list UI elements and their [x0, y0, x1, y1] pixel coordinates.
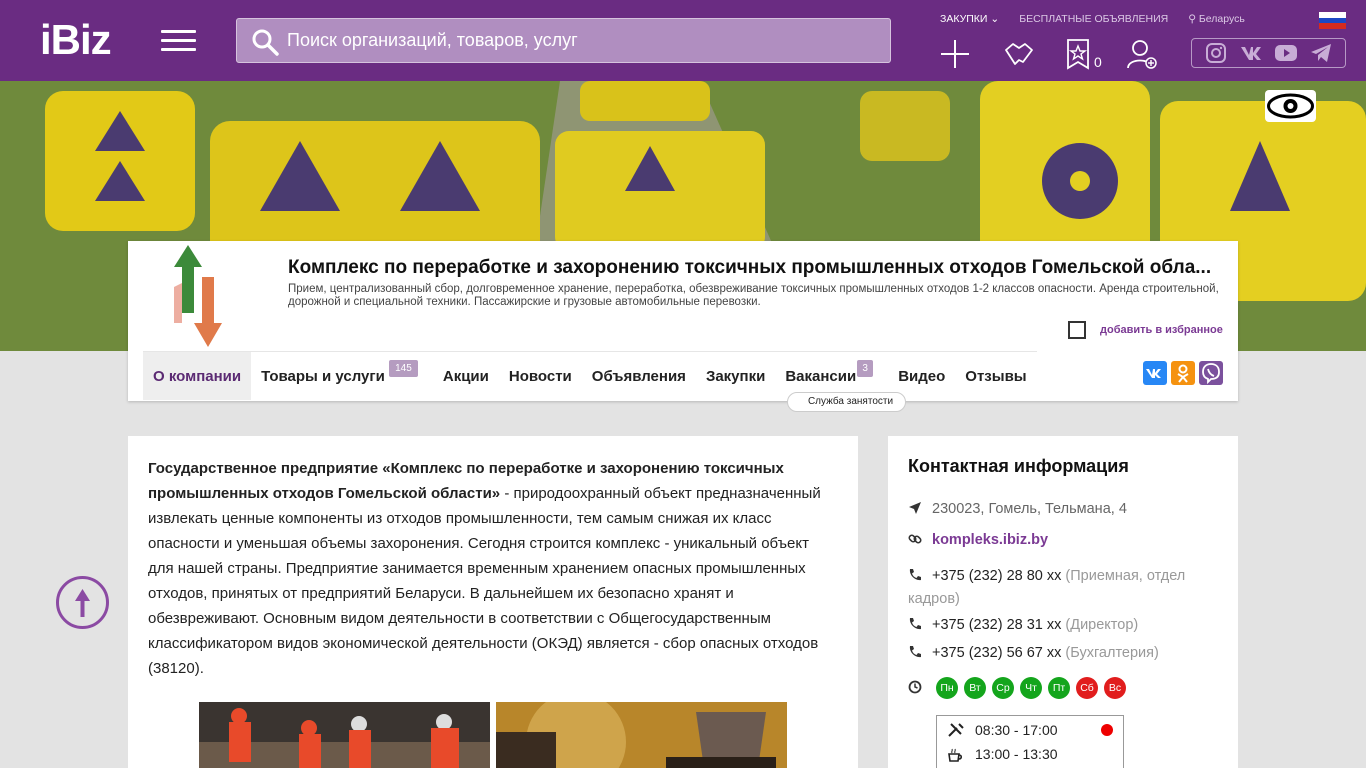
day-tue[interactable]: Вт	[964, 677, 986, 699]
tab-products[interactable]: Товары и услуги 145	[251, 352, 433, 400]
share-viber-icon[interactable]	[1199, 361, 1223, 385]
phone-icon	[909, 569, 921, 581]
vk-icon[interactable]	[1240, 43, 1262, 63]
tab-news[interactable]: Новости	[499, 352, 582, 400]
search-icon[interactable]	[251, 28, 279, 56]
tab-purchases[interactable]: Закупки	[696, 352, 775, 400]
social-links	[1191, 38, 1346, 68]
day-fri[interactable]: Пт	[1048, 677, 1070, 699]
top-header: iBiz ЗАКУПКИ ⌄ БЕСПЛАТНЫЕ ОБЪЯВЛЕНИЯ ⚲ Б…	[0, 0, 1366, 81]
menu-burger-icon[interactable]	[161, 30, 196, 52]
address-row: 230023, Гомель, Тельмана, 4	[908, 498, 1228, 521]
vacancies-count-badge: 3	[857, 360, 873, 377]
hours-popup: 08:30 - 17:00 13:00 - 13:30	[936, 715, 1124, 768]
employment-service-label: Служба занятости	[807, 396, 894, 407]
add-favorite-toggle[interactable]: добавить в избранное	[1068, 321, 1223, 339]
link-icon	[908, 534, 922, 544]
tab-promotions[interactable]: Акции	[433, 352, 499, 400]
free-ads-link[interactable]: БЕСПЛАТНЫЕ ОБЪЯВЛЕНИЯ	[1019, 13, 1168, 25]
phone-number[interactable]: +375 (232) 28 80 xx	[932, 568, 1061, 584]
website-row: kompleks.ibiz.by	[908, 529, 1228, 552]
coffee-icon	[948, 748, 963, 762]
share-odnoklassniki-icon[interactable]	[1171, 361, 1195, 385]
star-bookmark-icon[interactable]	[1062, 38, 1094, 70]
employment-service-tag[interactable]: Служба занятости	[787, 392, 906, 412]
contact-info-panel: Контактная информация 230023, Гомель, Те…	[888, 436, 1238, 768]
workers-photo[interactable]	[199, 702, 490, 768]
company-nav: О компании Товары и услуги 145 Акции Нов…	[143, 351, 1037, 400]
company-title: Комплекс по переработке и захоронению то…	[288, 257, 1212, 278]
day-sat[interactable]: Сб	[1076, 677, 1098, 699]
purchases-label: ЗАКУПКИ	[940, 13, 988, 25]
language-flag-icon[interactable]	[1319, 12, 1346, 29]
share-vk-icon[interactable]	[1143, 361, 1167, 385]
about-section: Государственное предприятие «Комплекс по…	[128, 436, 858, 768]
site-logo[interactable]: iBiz	[40, 19, 112, 61]
website-link[interactable]: kompleks.ibiz.by	[932, 532, 1048, 548]
add-icon[interactable]	[939, 38, 971, 70]
about-body: - природоохранный объект предназначенный…	[148, 485, 821, 677]
tools-icon	[948, 723, 964, 737]
add-favorite-label: добавить в избранное	[1100, 324, 1223, 336]
phone-note: (Директор)	[1065, 617, 1139, 633]
search-box[interactable]	[236, 18, 891, 63]
company-logo	[174, 245, 222, 347]
accessibility-eye-button[interactable]	[1265, 90, 1316, 122]
top-links: ЗАКУПКИ ⌄ БЕСПЛАТНЫЕ ОБЪЯВЛЕНИЯ ⚲ Белару…	[940, 13, 1245, 25]
scroll-up-button[interactable]	[56, 576, 109, 629]
phone-row-reception: +375 (232) 28 80 xx (Приемная, отдел кад…	[908, 565, 1228, 611]
tab-about[interactable]: О компании	[143, 352, 252, 400]
arrow-up-icon	[75, 589, 90, 617]
tab-vacancies-label: Вакансии	[785, 368, 857, 385]
eye-icon	[1267, 93, 1314, 119]
region-label: Беларусь	[1198, 13, 1245, 25]
company-description: Прием, централизованный сбор, долговреме…	[288, 283, 1219, 308]
search-input[interactable]	[287, 19, 877, 62]
products-count-badge: 145	[389, 360, 418, 377]
tab-reviews[interactable]: Отзывы	[955, 352, 1036, 400]
tab-products-label: Товары и услуги	[261, 368, 385, 385]
day-wed[interactable]: Ср	[992, 677, 1014, 699]
instagram-icon[interactable]	[1205, 43, 1227, 63]
phone-icon	[909, 646, 921, 658]
clock-icon	[908, 680, 922, 694]
day-mon[interactable]: Пн	[936, 677, 958, 699]
region-selector[interactable]: ⚲ Беларусь	[1188, 13, 1245, 25]
contacts-title: Контактная информация	[908, 456, 1129, 476]
phone-note: (Бухгалтерия)	[1065, 645, 1159, 661]
handshake-icon[interactable]	[1003, 38, 1035, 70]
work-days: Пн Вт Ср Чт Пт Сб Вс	[936, 677, 1126, 699]
purchases-dropdown[interactable]: ЗАКУПКИ ⌄	[940, 13, 999, 25]
about-text: Государственное предприятие «Комплекс по…	[148, 456, 838, 681]
day-sun[interactable]: Вс	[1104, 677, 1126, 699]
work-hours: 08:30 - 17:00	[975, 722, 1058, 738]
tab-ads[interactable]: Объявления	[582, 352, 696, 400]
phone-number[interactable]: +375 (232) 56 67 xx	[932, 645, 1061, 661]
location-arrow-icon	[909, 502, 921, 514]
telegram-icon[interactable]	[1310, 43, 1332, 63]
company-card: Комплекс по переработке и захоронению то…	[128, 241, 1238, 412]
user-add-icon[interactable]	[1126, 38, 1158, 70]
closed-status-dot	[1101, 724, 1113, 736]
phone-number[interactable]: +375 (232) 28 31 xx	[932, 617, 1061, 633]
phone-row-director: +375 (232) 28 31 xx (Директор)	[908, 614, 1228, 637]
favorite-checkbox[interactable]	[1068, 321, 1086, 339]
location-pin-icon: ⚲	[1188, 13, 1196, 25]
address-text: 230023, Гомель, Тельмана, 4	[932, 501, 1127, 517]
phone-icon	[909, 618, 921, 630]
youtube-icon[interactable]	[1275, 43, 1298, 63]
day-thu[interactable]: Чт	[1020, 677, 1042, 699]
break-hours: 13:00 - 13:30	[975, 746, 1058, 762]
chevron-down-icon: ⌄	[990, 13, 1000, 25]
cooling-towers-photo[interactable]	[496, 702, 787, 768]
phone-row-accounting: +375 (232) 56 67 xx (Бухгалтерия)	[908, 642, 1228, 665]
favorites-count: 0	[1094, 54, 1102, 70]
